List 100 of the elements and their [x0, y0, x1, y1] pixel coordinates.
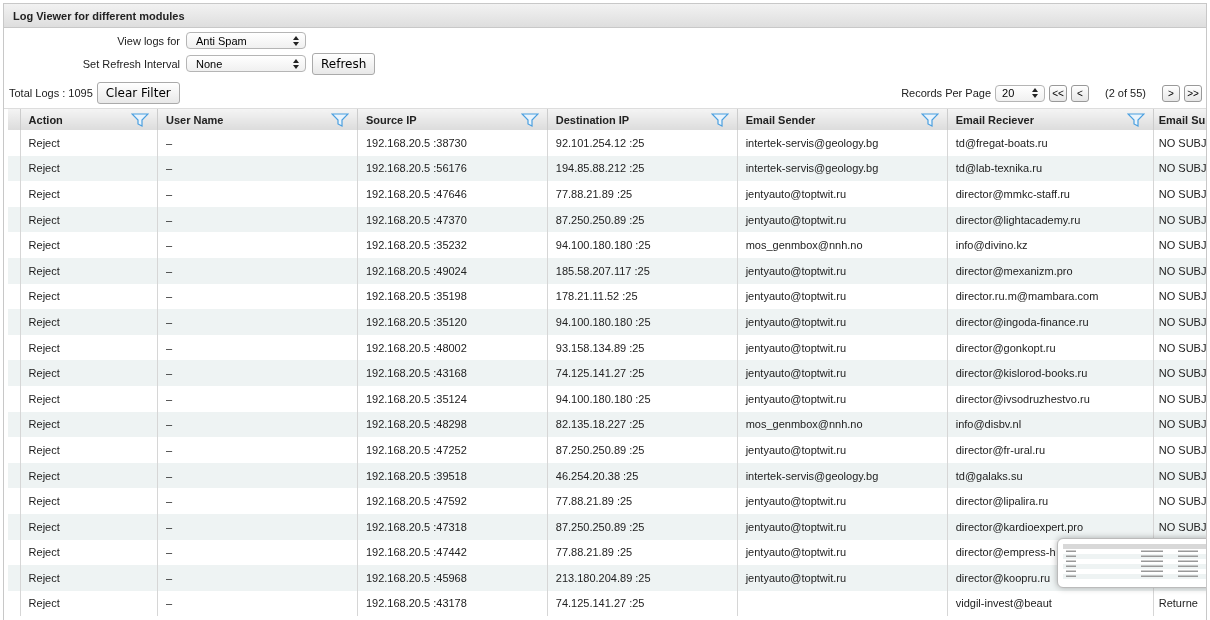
table-cell: intertek-servis@geology.bg	[737, 155, 948, 182]
stepper-icon	[1032, 88, 1039, 98]
table-cell: director@ingoda-finance.ru	[947, 309, 1154, 335]
table-cell: mos_genmbox@nnh.no	[737, 232, 948, 258]
filter-icon[interactable]	[130, 112, 149, 127]
table-cell: director@fr-ural.ru	[947, 437, 1154, 463]
table-cell: NO SUBJ	[1153, 130, 1206, 156]
panel-title: Log Viewer for different modules	[13, 9, 185, 22]
table-cell: info@divino.kz	[947, 232, 1154, 258]
filter-icon[interactable]	[920, 112, 939, 127]
table-cell: director@kislorod-books.ru	[947, 360, 1154, 386]
table-cell: 192.168.20.5 :39518	[357, 462, 548, 489]
column-header[interactable]: Email Sender	[737, 109, 948, 130]
table-cell: –	[157, 155, 358, 182]
table-cell: Reject	[20, 565, 158, 591]
table-cell: Reject	[20, 488, 158, 514]
column-header[interactable]: Action	[20, 109, 158, 130]
table-cell: 192.168.20.5 :35232	[357, 232, 548, 258]
table-cell: Reject	[20, 181, 158, 207]
table-cell: jentyauto@toptwit.ru	[737, 565, 948, 591]
column-header[interactable]: Email Reciever	[947, 109, 1154, 130]
table-cell: –	[157, 130, 358, 156]
table-cell: 46.254.20.38 :25	[547, 462, 738, 489]
table-cell: –	[157, 232, 358, 258]
stepper-icon	[293, 58, 299, 69]
table-cell: 77.88.21.89 :25	[547, 181, 738, 207]
next-page-button[interactable]: >	[1162, 84, 1180, 102]
table-cell: director@mmkc-staff.ru	[947, 181, 1154, 207]
filter-icon[interactable]	[330, 112, 349, 127]
column-header[interactable]: User Name	[157, 109, 358, 130]
table-cell: 74.125.141.27 :25	[547, 590, 738, 617]
table-cell: 87.250.250.89 :25	[547, 437, 738, 463]
table-cell: –	[157, 206, 358, 233]
interval-select[interactable]: None	[186, 55, 306, 72]
table-cell: NO SUBJ	[1153, 360, 1206, 386]
table-cell: jentyauto@toptwit.ru	[737, 206, 948, 233]
table-cell: Reject	[20, 590, 158, 617]
table-cell: jentyauto@toptwit.ru	[737, 437, 948, 463]
table-cell: 77.88.21.89 :25	[547, 488, 738, 514]
screenshot-thumbnail[interactable]	[1057, 538, 1206, 588]
table-cell: Reject	[20, 411, 158, 438]
table-cell: Returne	[1153, 590, 1206, 617]
table-cell: NO SUBJ	[1153, 155, 1206, 182]
table-cell: td@lab-texnika.ru	[947, 155, 1154, 182]
table-cell: NO SUBJ	[1153, 309, 1206, 335]
table-cell: jentyauto@toptwit.ru	[737, 360, 948, 386]
table-cell: 74.125.141.27 :25	[547, 360, 738, 386]
table-cell: Reject	[20, 232, 158, 258]
table-cell: 92.101.254.12 :25	[547, 130, 738, 156]
table-cell: NO SUBJ	[1153, 385, 1206, 412]
last-page-button[interactable]: >>	[1184, 84, 1202, 102]
table-cell: NO SUBJ	[1153, 488, 1206, 514]
filter-icon[interactable]	[1126, 112, 1145, 127]
column-header[interactable]: Source IP	[357, 109, 548, 130]
table-cell: –	[157, 257, 358, 284]
table-cell: NO SUBJ	[1153, 462, 1206, 489]
table-cell: 94.100.180.180 :25	[547, 309, 738, 335]
table-cell: 192.168.20.5 :48298	[357, 411, 548, 438]
table-cell: NO SUBJ	[1153, 206, 1206, 233]
filter-icon[interactable]	[520, 112, 539, 127]
table-cell: director@ivsodruzhestvo.ru	[947, 385, 1154, 412]
table-cell: –	[157, 513, 358, 540]
table-cell: –	[157, 385, 358, 412]
column-header[interactable]: Email Su	[1153, 109, 1206, 130]
table-cell: 192.168.20.5 :47252	[357, 437, 548, 463]
table-cell: td@galaks.su	[947, 462, 1154, 489]
table-cell: 192.168.20.5 :49024	[357, 257, 548, 284]
field-label: View logs for	[116, 34, 180, 47]
previous-page-button[interactable]: <	[1071, 84, 1090, 102]
table-cell: Reject	[20, 360, 158, 386]
refresh-button[interactable]: Refresh	[312, 52, 376, 75]
table-cell: NO SUBJ	[1153, 513, 1206, 540]
page-size-select[interactable]: 20	[995, 84, 1046, 102]
table-cell: 192.168.20.5 :43168	[357, 360, 548, 386]
table-cell: director@lipalira.ru	[947, 488, 1154, 514]
table-cell: 192.168.20.5 :56176	[357, 155, 548, 182]
table-cell: Reject	[20, 462, 158, 489]
table-cell: 213.180.204.89 :25	[547, 565, 738, 591]
filter-icon[interactable]	[710, 112, 729, 127]
table-cell: Reject	[20, 155, 158, 182]
module-select[interactable]: Anti Spam	[186, 32, 306, 49]
table-cell: 87.250.250.89 :25	[547, 206, 738, 233]
table-cell: 94.100.180.180 :25	[547, 385, 738, 412]
table-cell: –	[157, 462, 358, 489]
table-cell: mos_genmbox@nnh.no	[737, 411, 948, 438]
table-cell: 87.250.250.89 :25	[547, 513, 738, 540]
table-cell: Reject	[20, 206, 158, 233]
table-cell: Reject	[20, 385, 158, 412]
table-cell: Reject	[20, 437, 158, 463]
table-cell: 94.100.180.180 :25	[547, 232, 738, 258]
clear-filter-button[interactable]: Clear Filter	[96, 82, 180, 104]
table-cell: 185.58.207.117 :25	[547, 257, 738, 284]
table-cell: jentyauto@toptwit.ru	[737, 513, 948, 540]
table-cell: –	[157, 437, 358, 463]
column-header[interactable]: Destination IP	[547, 109, 738, 130]
table-cell: –	[157, 309, 358, 335]
table-cell: 194.85.88.212 :25	[547, 155, 738, 182]
table-cell: Reject	[20, 513, 158, 540]
table-cell: –	[157, 590, 358, 617]
first-page-button[interactable]: <<	[1049, 84, 1068, 102]
